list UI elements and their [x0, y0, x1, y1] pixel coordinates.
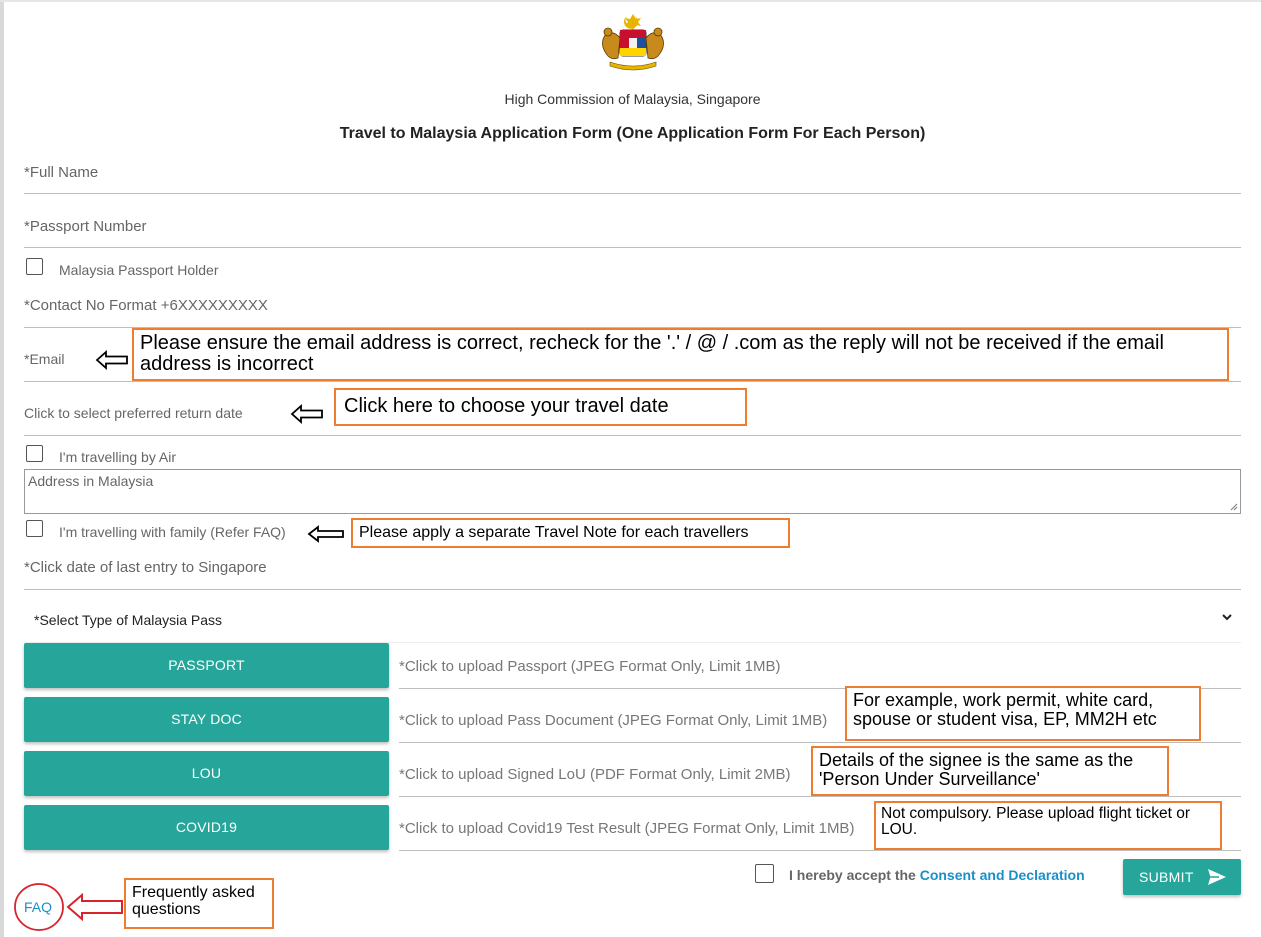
upload-passport-path[interactable]: *Click to upload Passport (JPEG Format O… [399, 658, 781, 675]
upload-stay-doc-underline [399, 742, 1241, 743]
return-date-underline [24, 435, 1241, 436]
address-placeholder: Address in Malaysia [28, 473, 154, 489]
consent-declaration-link[interactable]: Consent and Declaration [920, 867, 1085, 883]
upload-covid19-underline [399, 850, 1241, 851]
return-date-picker[interactable]: Click to select preferred return date [24, 405, 243, 421]
upload-covid19-path[interactable]: *Click to upload Covid19 Test Result (JP… [399, 820, 854, 837]
submit-label: SUBMIT [1139, 869, 1194, 885]
email-input[interactable]: *Email [24, 351, 64, 367]
left-arrow-icon [66, 893, 123, 921]
left-arrow-icon [95, 350, 128, 370]
left-arrow-icon [290, 404, 323, 424]
form-title: Travel to Malaysia Application Form (One… [339, 125, 926, 142]
passport-number-input[interactable]: *Passport Number [24, 218, 147, 235]
upload-passport-button[interactable]: PASSPORT [24, 643, 389, 688]
travelling-with-family-label: I'm travelling with family (Refer FAQ) [59, 524, 286, 540]
submit-button[interactable]: SUBMIT [1123, 859, 1241, 895]
pass-type-select-value: *Select Type of Malaysia Pass [34, 612, 223, 628]
faq-link[interactable]: FAQ [24, 899, 52, 915]
covid19-note-callout: Not compulsory. Please upload flight tic… [874, 801, 1222, 850]
upload-stay-doc-button[interactable]: STAY DOC [24, 697, 389, 742]
organization-name: High Commission of Malaysia, Singapore [504, 91, 761, 107]
date-note-callout: Click here to choose your travel date [334, 388, 747, 426]
upload-covid19-button[interactable]: COVID19 [24, 805, 389, 850]
malaysia-coat-of-arms-logo [602, 14, 664, 71]
consent-checkbox[interactable] [755, 864, 774, 883]
faq-note-callout: Frequently asked questions [124, 878, 274, 929]
consent-prefix: I hereby accept the [789, 867, 916, 883]
resize-handle-icon[interactable] [1230, 503, 1238, 511]
chevron-down-icon [1222, 614, 1232, 621]
travelling-by-air-checkbox[interactable] [26, 445, 43, 462]
upload-lou-path[interactable]: *Click to upload Signed LoU (PDF Format … [399, 766, 791, 783]
consent-text: I hereby accept the Consent and Declarat… [789, 867, 1085, 883]
stay-doc-note-callout: For example, work permit, white card, sp… [845, 686, 1201, 741]
last-entry-date-picker[interactable]: *Click date of last entry to Singapore [24, 559, 267, 576]
last-entry-underline [24, 589, 1241, 590]
travelling-with-family-checkbox[interactable] [26, 520, 43, 537]
pass-type-select[interactable]: *Select Type of Malaysia Pass [24, 600, 1241, 643]
malaysia-passport-holder-label: Malaysia Passport Holder [59, 262, 219, 278]
lou-note-callout: Details of the signee is the same as the… [811, 746, 1169, 796]
family-note-callout: Please apply a separate Travel Note for … [351, 518, 790, 548]
upload-stay-doc-path[interactable]: *Click to upload Pass Document (JPEG For… [399, 712, 827, 729]
contact-number-input[interactable]: *Contact No Format +6XXXXXXXXX [24, 297, 268, 314]
left-arrow-icon [307, 525, 344, 543]
passport-number-underline [24, 247, 1241, 248]
page-top-border [0, 0, 1261, 2]
email-note-callout: Please ensure the email address is corre… [132, 328, 1229, 381]
full-name-underline [24, 193, 1241, 194]
upload-lou-button[interactable]: LOU [24, 751, 389, 796]
travelling-by-air-label: I'm travelling by Air [59, 449, 177, 465]
full-name-input[interactable]: *Full Name [24, 164, 98, 181]
email-underline [24, 381, 1241, 382]
upload-lou-underline [399, 796, 1241, 797]
malaysia-passport-holder-checkbox[interactable] [26, 258, 43, 275]
send-icon [1208, 869, 1226, 885]
address-textarea[interactable]: Address in Malaysia [24, 469, 1241, 514]
